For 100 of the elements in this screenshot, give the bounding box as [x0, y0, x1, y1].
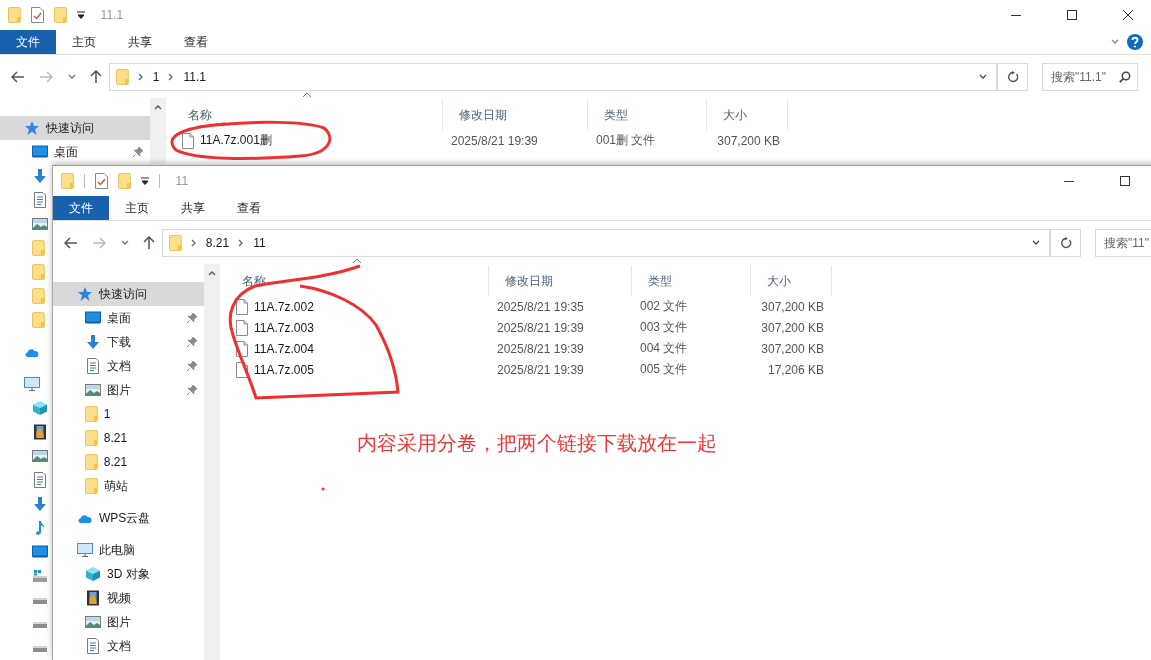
column-header[interactable]: 类型 — [632, 266, 751, 296]
file-name[interactable]: 11A.7z.004 — [254, 341, 314, 356]
column-header[interactable]: 大小 — [751, 266, 832, 296]
nav-item[interactable]: WPS云盘 — [53, 506, 204, 530]
folder-icon — [32, 240, 45, 256]
nav-item[interactable]: 文档 — [53, 634, 204, 658]
properties-icon — [30, 7, 44, 23]
dropdown-icon — [76, 11, 85, 19]
address-bar[interactable]: 8.21 11 — [162, 229, 1051, 257]
nav-item[interactable]: 桌面 — [0, 140, 150, 164]
monitor-icon — [85, 310, 101, 326]
nav-item[interactable]: 文档 — [53, 354, 204, 378]
forward-button[interactable] — [92, 237, 107, 249]
folder-icon — [85, 406, 98, 422]
ribbon-tab[interactable]: 共享 — [112, 30, 168, 54]
chevron-icon — [189, 239, 198, 247]
nav-item[interactable]: 视频 — [53, 586, 204, 610]
scroll-up-icon — [153, 104, 162, 112]
scrollbar[interactable] — [150, 98, 165, 164]
back-button[interactable] — [11, 71, 26, 83]
scrollbar[interactable] — [204, 264, 219, 660]
back-arrow-icon — [11, 71, 26, 83]
column-header[interactable]: 名称 — [172, 100, 443, 130]
expand-ribbon-button[interactable] — [1111, 38, 1119, 46]
folder-icon — [32, 288, 45, 304]
type-cell-text: 005 文件 — [639, 361, 689, 378]
nav-item[interactable]: 图片 — [53, 378, 204, 402]
search-field[interactable]: 搜索"11.1" — [1042, 63, 1138, 91]
nav-item[interactable]: 快速访问 — [0, 116, 150, 140]
folder-icon — [169, 235, 182, 251]
breadcrumb-segment[interactable]: 1 — [152, 70, 160, 84]
nav-item[interactable]: 1 — [53, 402, 204, 426]
nav-item[interactable]: 此电脑 — [53, 538, 204, 562]
ribbon-tab[interactable]: 主页 — [56, 30, 112, 54]
scroll-up-icon — [207, 270, 216, 278]
file-icon — [236, 340, 248, 357]
file-name[interactable]: 11A.7z.005 — [254, 362, 314, 377]
breadcrumb-segment[interactable]: 11.1 — [183, 70, 206, 84]
back-button[interactable] — [64, 237, 79, 249]
type-cell-text: 004 文件 — [639, 340, 689, 357]
nav-item[interactable]: 3D 对象 — [53, 562, 204, 586]
picture-icon — [85, 382, 101, 398]
breadcrumb-segment[interactable]: 8.21 — [205, 236, 230, 250]
recent-locations-button[interactable] — [120, 239, 129, 247]
file-icon — [236, 298, 248, 315]
column-header[interactable]: 修改日期 — [443, 100, 588, 130]
up-button[interactable] — [89, 70, 102, 84]
download-icon — [32, 496, 48, 512]
refresh-button[interactable] — [998, 63, 1028, 91]
star-icon — [77, 286, 93, 302]
file-name[interactable]: 11A.7z.002 — [254, 299, 314, 314]
download-icon — [85, 334, 101, 350]
column-header[interactable]: 修改日期 — [489, 266, 632, 296]
file-name[interactable]: 11A.7z.001删 — [200, 132, 272, 149]
address-bar[interactable]: 1 11.1 — [109, 63, 998, 91]
help-button[interactable] — [1127, 34, 1143, 50]
nav-item[interactable]: 桌面 — [53, 306, 204, 330]
nav-item[interactable]: 萌站 — [53, 474, 204, 498]
ribbon-tab[interactable]: 查看 — [221, 196, 277, 220]
column-header[interactable]: 类型 — [588, 100, 707, 130]
folder-icon — [85, 478, 98, 494]
document-icon — [32, 472, 48, 488]
ribbon-tab[interactable]: 共享 — [165, 196, 221, 220]
size-cell-text: 307,200 KB — [760, 319, 825, 337]
document-icon — [32, 192, 48, 208]
up-arrow-icon — [142, 236, 155, 250]
nav-item[interactable]: 8.21 — [53, 450, 204, 474]
type-cell-text: 001删 文件 — [595, 132, 657, 149]
properties-icon — [94, 173, 108, 189]
cube-icon — [85, 566, 101, 582]
ribbon-tab[interactable]: 主页 — [109, 196, 165, 220]
ribbon-tab[interactable]: 文件 — [0, 30, 56, 54]
ribbon-tab[interactable]: 查看 — [168, 30, 224, 54]
folder-icon — [32, 264, 45, 280]
maximize-icon — [1120, 176, 1130, 186]
help-icon — [1127, 34, 1143, 50]
forward-button[interactable] — [39, 71, 54, 83]
file-icon — [236, 361, 248, 378]
ribbon-tab[interactable]: 文件 — [53, 196, 109, 220]
folder-icon — [85, 454, 98, 470]
folder-icon — [116, 69, 129, 85]
up-button[interactable] — [142, 236, 155, 250]
date-cell-text: 2025/8/21 19:39 — [496, 319, 585, 337]
type-cell-text: 003 文件 — [639, 319, 689, 336]
picture-icon — [32, 216, 48, 232]
recent-locations-button[interactable] — [67, 73, 76, 81]
nav-item[interactable]: 快速访问 — [53, 282, 204, 306]
nav-item[interactable]: 图片 — [53, 610, 204, 634]
column-header[interactable]: 大小 — [707, 100, 788, 130]
annotation-note: 内容采用分卷，把两个链接下载放在一起 — [357, 431, 717, 456]
window-title: 11 — [175, 174, 189, 188]
search-field[interactable]: 搜索"11" — [1095, 229, 1151, 257]
computer-icon — [24, 376, 40, 392]
file-name[interactable]: 11A.7z.003 — [254, 320, 314, 335]
chevron-icon — [136, 73, 145, 81]
nav-item[interactable]: 下载 — [53, 330, 204, 354]
computer-icon — [77, 542, 93, 558]
refresh-button[interactable] — [1051, 229, 1081, 257]
nav-item[interactable]: 8.21 — [53, 426, 204, 450]
breadcrumb-segment[interactable]: 11 — [253, 236, 266, 250]
